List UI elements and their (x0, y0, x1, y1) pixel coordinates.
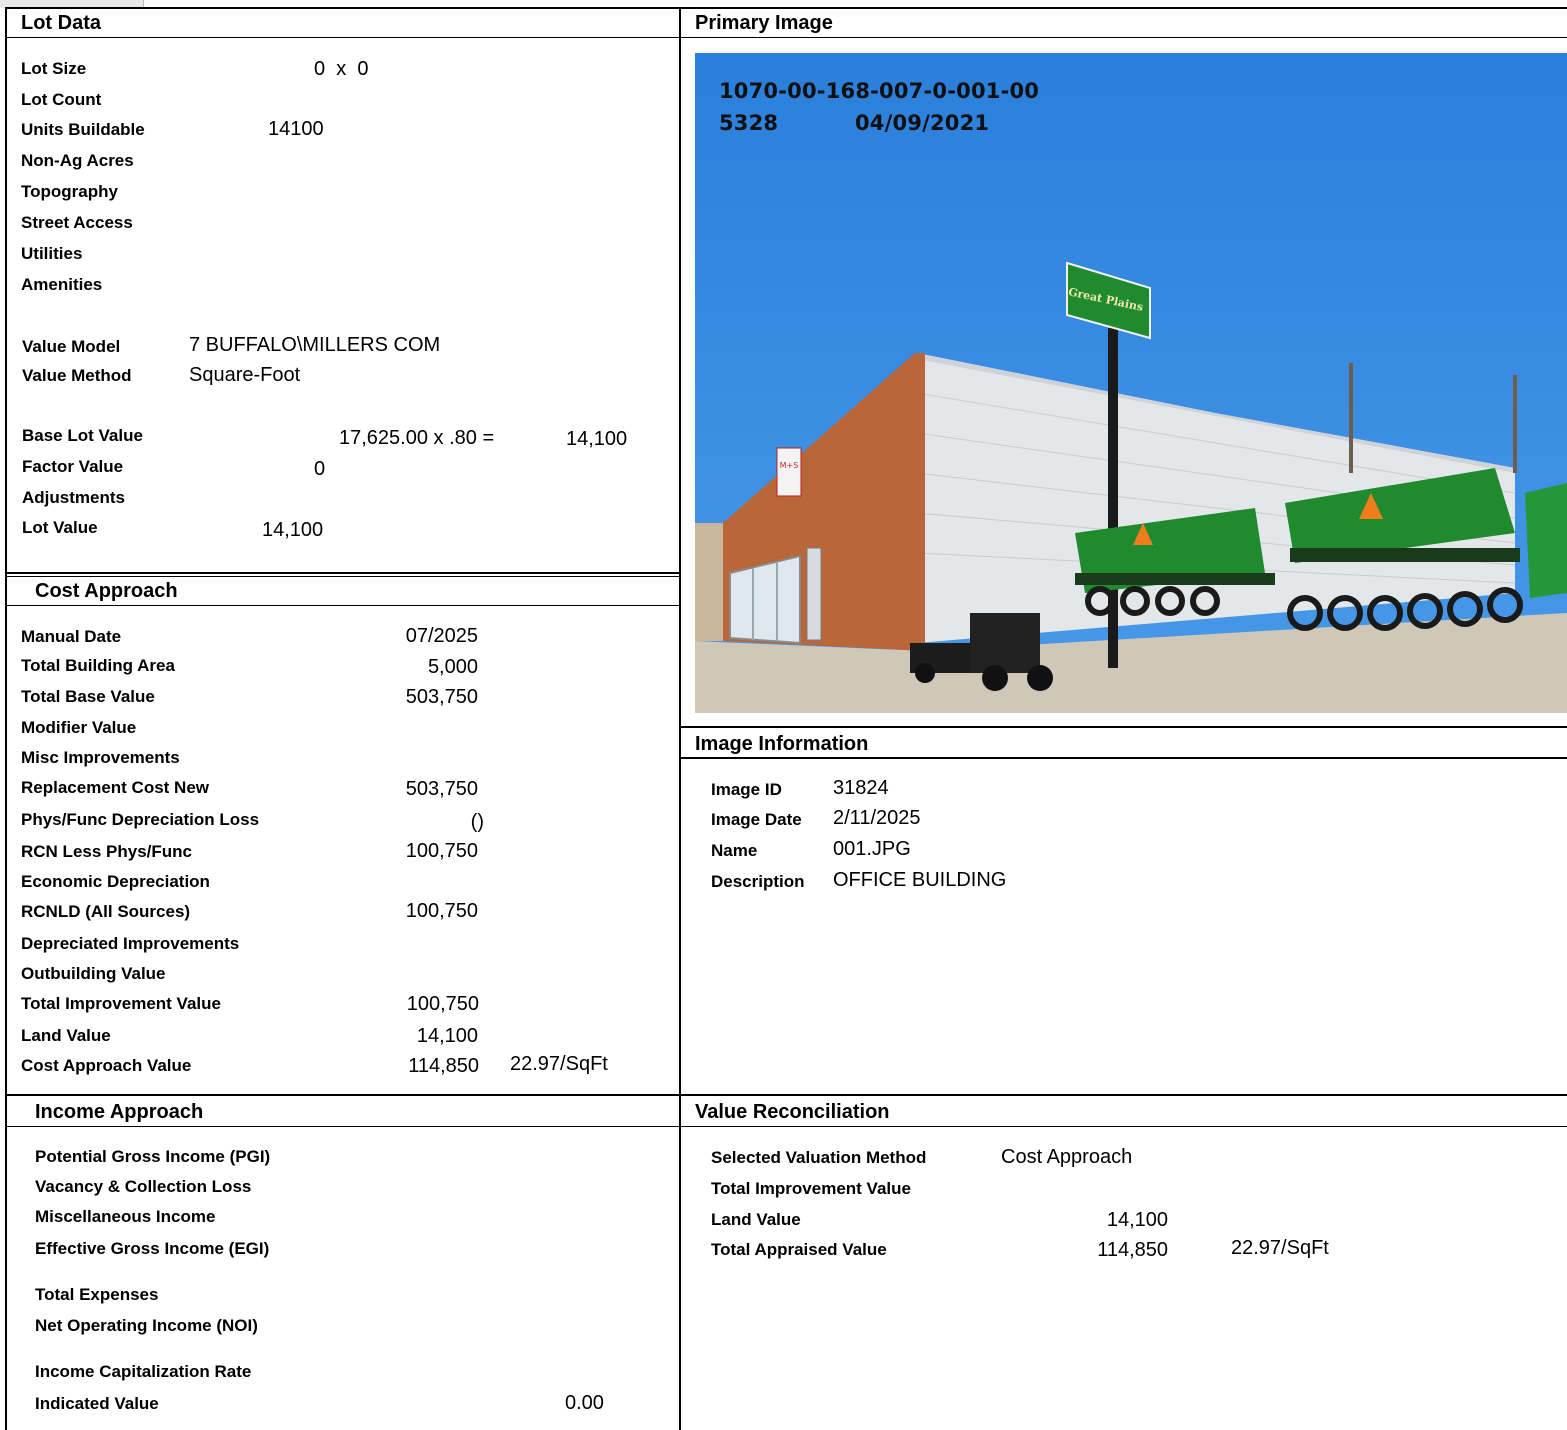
indicated-value: 0.00 (565, 1392, 604, 1414)
selected-method-label: Selected Valuation Method (711, 1148, 927, 1167)
factor-value: 0 (314, 458, 326, 480)
manual-date-value: 07/2025 (405, 625, 478, 647)
recon-per-sqft: 22.97/SqFt (1231, 1237, 1329, 1259)
top-border (5, 7, 1567, 9)
total-improvement-value-label: Total Improvement Value (21, 994, 221, 1013)
image-name-label: Name (711, 841, 758, 860)
cost-approach-value-label: Cost Approach Value (21, 1056, 192, 1075)
base-lot-value: 14,100 (566, 428, 628, 450)
value-method-value: Square-Foot (189, 364, 301, 386)
pgi-label: Potential Gross Income (PGI) (35, 1147, 271, 1166)
primary-property-photo: M+S Great Plains 1070-00-168-007-0-001-0… (695, 53, 1567, 713)
manual-date-label: Manual Date (21, 627, 122, 646)
income-approach-header-rule (5, 1126, 1567, 1127)
recon-land-value-label: Land Value (711, 1210, 801, 1229)
misc-improvements-label: Misc Improvements (21, 748, 180, 767)
value-method-label: Value Method (22, 366, 132, 385)
lot-value-label: Lot Value (22, 518, 98, 537)
street-access-label: Street Access (21, 213, 133, 232)
middle-divider (679, 7, 681, 1430)
value-model-label: Value Model (22, 337, 121, 356)
land-value-label: Land Value (21, 1026, 111, 1045)
image-id-label: Image ID (711, 780, 782, 799)
total-expenses-label: Total Expenses (35, 1285, 159, 1304)
economic-depreciation-label: Economic Depreciation (21, 872, 210, 891)
image-name-value: 001.JPG (833, 838, 911, 860)
modifier-value-label: Modifier Value (21, 718, 137, 737)
phys-func-depreciation-label: Phys/Func Depreciation Loss (21, 810, 260, 829)
phys-func-depreciation-value: () (470, 811, 484, 833)
lot-size-label: Lot Size (21, 59, 87, 78)
depreciated-improvements-label: Depreciated Improvements (21, 934, 240, 953)
recon-total-improvement-label: Total Improvement Value (711, 1179, 911, 1198)
cap-rate-label: Income Capitalization Rate (35, 1362, 252, 1381)
total-building-area-label: Total Building Area (21, 656, 175, 675)
rcn-less-phys-func-label: RCN Less Phys/Func (21, 842, 192, 861)
cost-approach-header-rule (5, 605, 680, 606)
image-id-value: 31824 (833, 777, 889, 799)
photo-caption-parcel: 1070-00-168-007-0-001-00 (719, 79, 1040, 103)
indicated-value-label: Indicated Value (35, 1394, 159, 1413)
total-base-value: 503,750 (405, 686, 478, 708)
photo-caption-date: 04/09/2021 (855, 111, 990, 135)
rcn-less-phys-func-value: 100,750 (405, 840, 478, 862)
value-reconciliation-header: Value Reconciliation (695, 1101, 890, 1123)
non-ag-acres-label: Non-Ag Acres (21, 151, 134, 170)
lot-data-header-rule (5, 37, 680, 38)
image-info-top-rule (679, 726, 1567, 728)
primary-image-header: Primary Image (695, 12, 833, 34)
replacement-cost-new-label: Replacement Cost New (21, 778, 209, 797)
land-value: 14,100 (416, 1025, 478, 1047)
vacancy-loss-label: Vacancy & Collection Loss (35, 1177, 252, 1196)
window-sign-text: M+S (780, 461, 799, 470)
replacement-cost-new-value: 503,750 (405, 778, 478, 800)
base-lot-calc: 17,625.00 x .80 = (339, 427, 495, 449)
income-approach-header: Income Approach (35, 1101, 204, 1123)
factor-value-label: Factor Value (22, 457, 124, 476)
cost-approach-top-rule-2 (5, 576, 680, 577)
units-buildable-label: Units Buildable (21, 120, 145, 139)
primary-image-header-rule (679, 37, 1567, 38)
lot-data-header: Lot Data (21, 12, 101, 34)
total-improvement-value: 100,750 (406, 993, 479, 1015)
left-border (5, 7, 7, 1430)
income-approach-top-rule (5, 1094, 1567, 1096)
image-date-value: 2/11/2025 (833, 807, 921, 829)
base-lot-value-label: Base Lot Value (22, 426, 143, 445)
cost-approach-per-sqft: 22.97/SqFt (510, 1053, 608, 1075)
image-info-header-rule (679, 757, 1567, 759)
rcnld-value: 100,750 (405, 900, 478, 922)
total-appraised-value: 114,850 (1097, 1239, 1168, 1261)
recon-land-value: 14,100 (1106, 1209, 1168, 1231)
outbuilding-value-label: Outbuilding Value (21, 964, 166, 983)
units-buildable-value: 14100 (268, 118, 324, 140)
total-appraised-label: Total Appraised Value (711, 1240, 887, 1259)
noi-label: Net Operating Income (NOI) (35, 1316, 258, 1335)
cost-approach-header: Cost Approach (35, 580, 178, 602)
cost-approach-value: 114,850 (408, 1055, 479, 1077)
image-date-label: Image Date (711, 810, 802, 829)
topography-label: Topography (21, 182, 118, 201)
adjustments-label: Adjustments (22, 488, 125, 507)
egi-label: Effective Gross Income (EGI) (35, 1239, 270, 1258)
image-info-header: Image Information (695, 733, 869, 755)
photo-caption-id: 5328 (719, 111, 779, 135)
lot-size-value: 0 x 0 (314, 58, 369, 80)
lot-value: 14,100 (262, 519, 324, 541)
lot-count-label: Lot Count (21, 90, 102, 109)
rcnld-label: RCNLD (All Sources) (21, 902, 191, 921)
selected-method-value: Cost Approach (1001, 1146, 1133, 1168)
utilities-label: Utilities (21, 244, 83, 263)
total-base-value-label: Total Base Value (21, 687, 155, 706)
misc-income-label: Miscellaneous Income (35, 1207, 216, 1226)
total-building-area-value: 5,000 (427, 656, 478, 678)
amenities-label: Amenities (21, 275, 103, 294)
cost-approach-top-rule (5, 572, 680, 574)
image-description-value: OFFICE BUILDING (833, 869, 1007, 891)
value-model-value: 7 BUFFALO\MILLERS COM (189, 334, 441, 356)
image-description-label: Description (711, 872, 805, 891)
